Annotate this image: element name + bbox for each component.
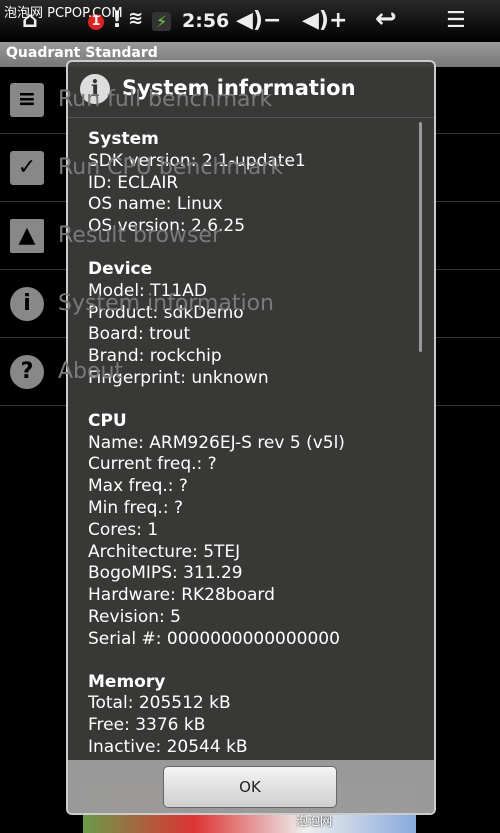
- dialog-content[interactable]: System SDK version: 2.1-update1 ID: ECLAIR…: [68, 119, 434, 760]
- volume-up-icon[interactable]: ◀)+: [302, 8, 347, 33]
- volume-down-icon[interactable]: ◀)−: [236, 8, 281, 33]
- info-line: Product: sdkDemo: [88, 302, 244, 323]
- ok-button[interactable]: OK: [163, 766, 337, 808]
- info-line: SDK version: 2.1-update1: [88, 150, 306, 171]
- info-line: Hardware: RK28board: [88, 585, 275, 606]
- info-section: Memory Total: 205512 kB Free: 3376 kB Inact…: [88, 672, 434, 759]
- wifi-icon: ≋: [128, 8, 144, 29]
- image-icon: ▲: [10, 219, 44, 253]
- help-icon: ?: [10, 355, 44, 389]
- back-icon[interactable]: ↩: [375, 4, 397, 34]
- info-icon: i: [80, 74, 110, 104]
- dialog-button-bar: OK: [68, 760, 434, 813]
- dialog-header: i System information: [68, 62, 434, 118]
- info-line: Cores: 1: [88, 519, 159, 540]
- info-line: Total: 205512 kB: [88, 693, 231, 714]
- info-line: Brand: rockchip: [88, 346, 222, 367]
- info-line: Min freq.: ?: [88, 497, 183, 518]
- checklist-icon: ✓: [10, 151, 44, 185]
- info-line: Current freq.: ?: [88, 454, 217, 475]
- info-icon: i: [10, 287, 44, 321]
- info-line: Revision: 5: [88, 606, 181, 627]
- section-title: Memory: [88, 671, 166, 692]
- info-line: Model: T11AD: [88, 280, 207, 301]
- section-title: Device: [88, 258, 153, 279]
- info-line: ID: ECLAIR: [88, 172, 179, 193]
- info-line: Serial #: 0000000000000000: [88, 628, 340, 649]
- clock: 2:56: [182, 10, 230, 32]
- info-section: System SDK version: 2.1-update1 ID: ECLAIR…: [88, 129, 434, 238]
- info-section: CPU Name: ARM926EJ-S rev 5 (v5l) Current f…: [88, 411, 434, 651]
- info-line: OS name: Linux: [88, 194, 223, 215]
- section-title: System: [88, 129, 159, 149]
- info-section: Device Model: T11AD Product: sdkDemo Board:…: [88, 259, 434, 390]
- info-line: BogoMIPS: 311.29: [88, 563, 243, 584]
- info-line: Inactive: 20544 kB: [88, 736, 248, 757]
- watermark: 泡泡网 PCPOP.COM: [4, 6, 123, 21]
- info-line: Free: 3376 kB: [88, 715, 206, 736]
- info-line: OS version: 2.6.25: [88, 216, 246, 237]
- menu-icon[interactable]: ☰: [446, 8, 466, 33]
- info-line: Max freq.: ?: [88, 476, 188, 497]
- section-title: CPU: [88, 410, 127, 431]
- info-line: Architecture: 5TEJ: [88, 541, 241, 562]
- system-information-dialog: i System information System SDK version: …: [66, 60, 436, 815]
- info-line: Fingerprint: unknown: [88, 367, 269, 388]
- bars-icon: ≡: [10, 83, 44, 117]
- battery-icon: ⚡: [152, 12, 172, 31]
- info-line: Board: trout: [88, 324, 191, 345]
- scrollbar[interactable]: [419, 122, 422, 352]
- info-line: Name: ARM926EJ-S rev 5 (v5l): [88, 432, 345, 453]
- dialog-title: System information: [122, 76, 356, 100]
